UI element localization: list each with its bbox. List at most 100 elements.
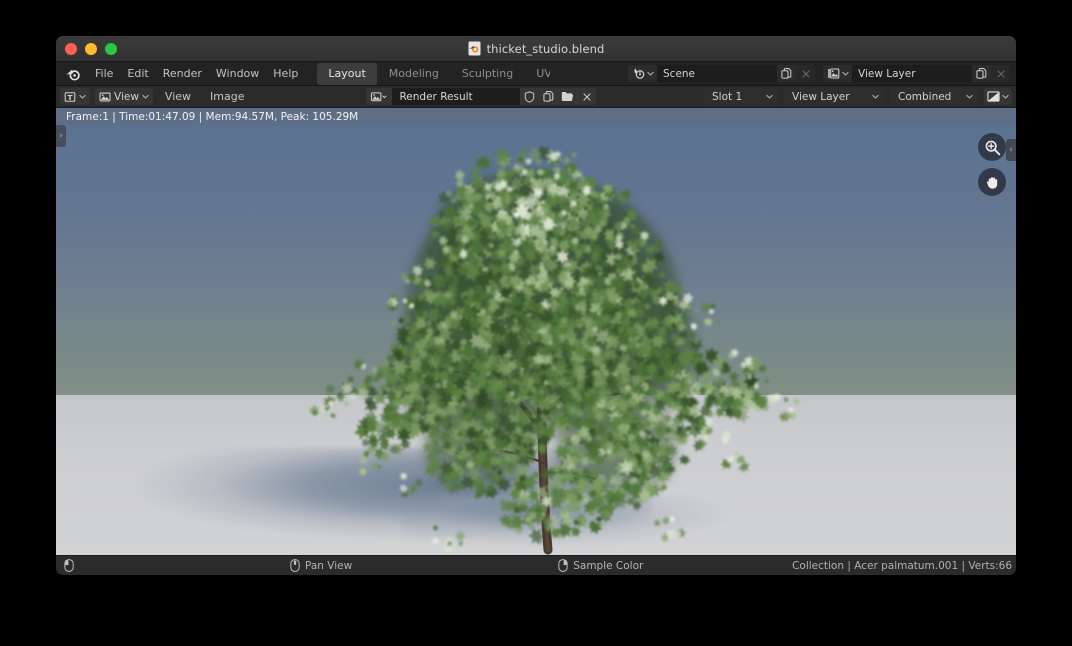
scene-name-field[interactable]: Scene (657, 65, 777, 82)
display-channels-icon (987, 91, 1000, 102)
editor-type-button[interactable]: T (60, 88, 90, 105)
view-layer-new-button[interactable] (972, 65, 991, 82)
status-right-action: Sample Color (573, 559, 644, 572)
image-browse-button[interactable] (366, 88, 393, 105)
chevron-down-icon (966, 94, 973, 99)
chevron-down-icon (647, 71, 654, 76)
maximize-button[interactable] (105, 42, 117, 55)
leaf (389, 320, 399, 328)
mouse-middle-icon (290, 559, 300, 572)
copy-icon (781, 68, 792, 79)
view-layer-datablock: View Layer (823, 65, 1010, 82)
image-browse-icon (371, 91, 382, 101)
menu-help[interactable]: Help (266, 64, 305, 83)
render-layer-dropdown[interactable]: View Layer (784, 88, 884, 105)
image-editor-mode-dropdown[interactable]: View (95, 88, 153, 105)
status-middle-action: Pan View (305, 559, 353, 572)
image-editor-viewport[interactable]: › ‹ (56, 125, 1016, 555)
render-tree-acer-palmatum (308, 145, 801, 555)
close-button[interactable] (65, 42, 77, 55)
chevron-down-icon (766, 94, 773, 99)
leaf (693, 307, 700, 313)
image-datablock: Render Result (366, 88, 597, 105)
pan-gizmo[interactable] (978, 168, 1006, 196)
fake-user-button[interactable] (520, 88, 540, 105)
image-editor-mode-label: View (114, 90, 139, 103)
tab-modeling[interactable]: Modeling (378, 63, 450, 85)
menu-window[interactable]: Window (209, 64, 266, 83)
blender-window: thicket_studio.blend File Edit Render Wi… (56, 36, 1016, 575)
minimize-button[interactable] (85, 42, 97, 55)
chevron-down-icon (842, 71, 849, 76)
leaf (783, 396, 789, 403)
leaf (454, 529, 466, 542)
menu-edit[interactable]: Edit (120, 64, 155, 83)
topbar: File Edit Render Window Help Layout Mode… (56, 62, 1016, 86)
leaf (324, 383, 337, 395)
workspace-tabs: Layout Modeling Sculpting UV Editing Tex… (305, 62, 550, 85)
window-title: thicket_studio.blend (486, 41, 605, 56)
editor-type-image-icon: T (64, 91, 76, 101)
render-slot-dropdown[interactable]: Slot 1 (704, 88, 778, 105)
tab-sculpting[interactable]: Sculpting (451, 63, 524, 85)
shield-icon (525, 90, 535, 103)
scene-statistics: Collection | Acer palmatum.001 | Verts:6… (792, 559, 1012, 572)
scene-new-button[interactable] (777, 65, 796, 82)
render-pass-dropdown[interactable]: Combined (890, 88, 978, 105)
render-stats-text: Frame:1 | Time:01:47.09 | Mem:94.57M, Pe… (66, 110, 359, 123)
menu-file[interactable]: File (88, 64, 120, 83)
image-name-field[interactable]: Render Result (392, 88, 521, 105)
zoom-gizmo[interactable] (978, 133, 1006, 161)
topbar-right-group: Scene View Layer (628, 62, 1016, 85)
leaf (358, 466, 368, 477)
menu-render[interactable]: Render (156, 64, 209, 83)
leaf (570, 151, 579, 159)
leaf (534, 157, 544, 167)
hand-icon (986, 176, 997, 189)
chevron-left-icon: ‹ (1009, 144, 1013, 155)
window-controls (56, 42, 117, 55)
chevron-down-icon (142, 94, 149, 99)
viewport-sidebar-toggle-left[interactable]: › (56, 125, 66, 147)
view-layer-icon (828, 68, 840, 79)
scene-browse-button[interactable] (628, 65, 657, 82)
render-slot-label: Slot 1 (712, 90, 743, 103)
status-right-mouse: Sample Color (558, 559, 643, 572)
viewport-sidebar-toggle-right[interactable]: ‹ (1006, 139, 1016, 161)
editor-menu-image[interactable]: Image (203, 88, 251, 105)
scene-datablock: Scene (628, 65, 815, 82)
mouse-left-icon (64, 559, 74, 572)
tab-layout[interactable]: Layout (317, 62, 377, 85)
view-layer-name-field[interactable]: View Layer (852, 65, 972, 82)
copy-icon (543, 91, 554, 102)
editor-menu-view[interactable]: View (158, 88, 198, 105)
close-icon (996, 69, 1005, 78)
chevron-down-icon (79, 94, 86, 99)
view-layer-browse-button[interactable] (823, 65, 852, 82)
image-editor-header: T View View Image Render Result Slot 1 V… (56, 86, 1016, 108)
image-unlink-button[interactable] (577, 88, 597, 105)
blender-logo-icon[interactable] (64, 65, 82, 83)
status-left-mouse (64, 559, 74, 572)
tab-uv-editing[interactable]: UV Editing (525, 63, 550, 85)
image-icon (99, 92, 111, 101)
chevron-down-icon (872, 94, 879, 99)
statusbar: Pan View Sample Color Collection | Acer … (56, 555, 1016, 575)
tree-foliage (308, 145, 801, 555)
render-pass-label: Combined (898, 90, 952, 103)
image-editor-header-right: Slot 1 View Layer Combined (704, 86, 1012, 107)
window-title-group: thicket_studio.blend (56, 41, 1016, 56)
view-layer-remove-button[interactable] (991, 65, 1010, 82)
leaf (703, 316, 714, 328)
scene-unlink-button[interactable] (796, 65, 815, 82)
chevron-right-icon: › (59, 130, 63, 141)
scene-icon (634, 68, 645, 79)
leaf (399, 471, 408, 482)
mouse-right-icon (558, 559, 568, 572)
chevron-down-icon (382, 94, 388, 98)
folder-open-icon (562, 92, 574, 101)
display-channels-button[interactable] (984, 88, 1012, 105)
image-open-button[interactable] (558, 88, 578, 105)
image-new-button[interactable] (539, 88, 559, 105)
leaf (708, 303, 717, 310)
